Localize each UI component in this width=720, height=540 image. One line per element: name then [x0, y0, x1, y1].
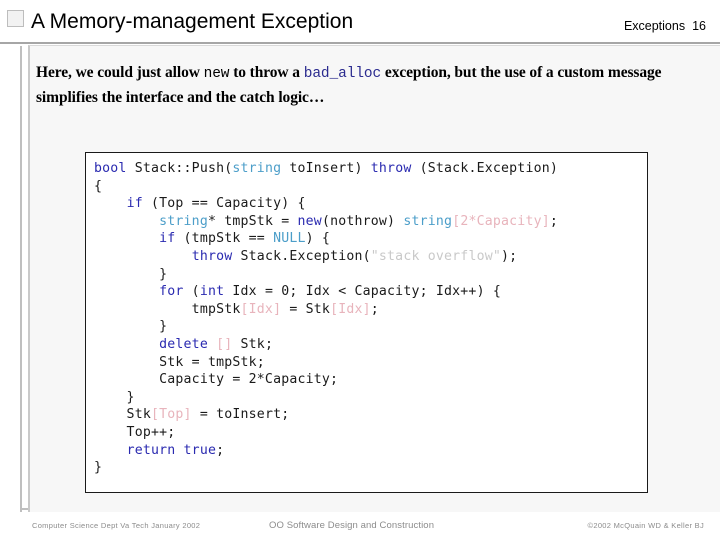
header-topic-and-number: Exceptions 16: [624, 19, 706, 33]
footer-center-text: OO Software Design and Construction: [269, 520, 435, 531]
footer-right-copyright: ©2002 McQuain WD & Keller BJ: [587, 521, 704, 530]
slide-footer: Computer Science Dept Va Tech January 20…: [0, 518, 720, 538]
title-bullet-square-icon: [7, 10, 24, 27]
body-paragraph: Here, we could just allow new to throw a…: [36, 61, 696, 109]
code-block: bool Stack::Push(string toInsert) throw …: [85, 152, 648, 493]
header-divider: [0, 42, 720, 44]
body-text-part1: Here, we could just allow: [36, 64, 204, 81]
page-title: A Memory-management Exception: [31, 10, 354, 33]
slide-number: 16: [692, 19, 706, 33]
slide: A Memory-management Exception Exceptions…: [0, 0, 720, 540]
body-text-part2: to throw a: [229, 64, 304, 81]
header-topic-label: Exceptions: [623, 19, 686, 33]
left-accent-foot: [20, 508, 28, 510]
left-accent-bar: [20, 46, 22, 512]
inline-code-new: new: [203, 66, 230, 82]
inline-code-bad-alloc: bad_alloc: [303, 66, 382, 82]
code-block-content: bool Stack::Push(string toInsert) throw …: [94, 161, 559, 476]
slide-header: A Memory-management Exception Exceptions…: [0, 0, 720, 42]
footer-left-text: Computer Science Dept Va Tech January 20…: [32, 521, 201, 530]
